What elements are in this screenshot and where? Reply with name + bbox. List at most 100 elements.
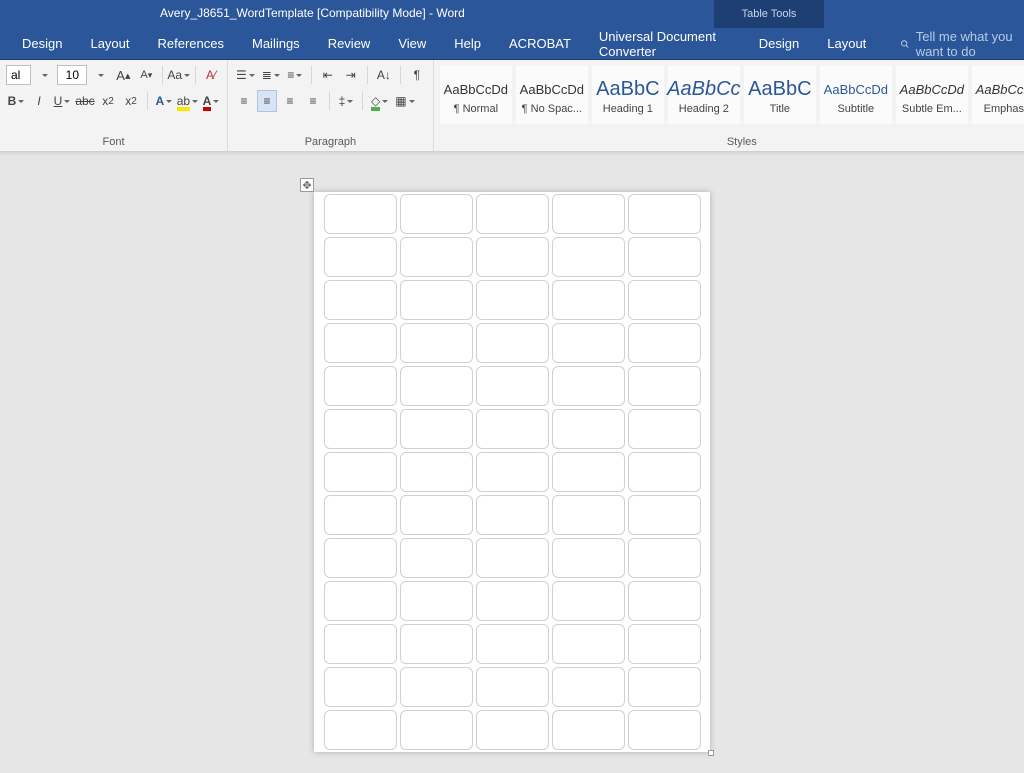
grow-font-button[interactable]: A▴ xyxy=(113,64,133,86)
tab-udc[interactable]: Universal Document Converter xyxy=(585,28,735,59)
label-cell[interactable] xyxy=(324,409,397,449)
style-item-title[interactable]: AaBbCTitle xyxy=(744,66,816,124)
table-resize-handle-icon[interactable] xyxy=(708,750,714,756)
tab-mailings[interactable]: Mailings xyxy=(238,28,314,59)
shading-button[interactable]: ◇ xyxy=(369,90,390,112)
tab-review[interactable]: Review xyxy=(314,28,385,59)
show-hide-marks-button[interactable]: ¶ xyxy=(407,64,427,86)
style-item-emphasis[interactable]: AaBbCcDdEmphasis xyxy=(972,66,1024,124)
label-cell[interactable] xyxy=(628,710,701,750)
label-table[interactable] xyxy=(324,194,701,750)
align-right-button[interactable]: ≡ xyxy=(280,90,300,112)
align-left-button[interactable]: ≡ xyxy=(234,90,254,112)
increase-indent-button[interactable]: ⇥ xyxy=(341,64,361,86)
label-cell[interactable] xyxy=(552,280,625,320)
label-cell[interactable] xyxy=(552,323,625,363)
label-cell[interactable] xyxy=(552,538,625,578)
tab-table-design[interactable]: Design xyxy=(745,28,813,59)
label-cell[interactable] xyxy=(552,495,625,535)
label-cell[interactable] xyxy=(400,366,473,406)
label-cell[interactable] xyxy=(476,581,549,621)
subscript-button[interactable]: x2 xyxy=(98,90,118,112)
font-size-combo[interactable] xyxy=(57,65,87,85)
label-cell[interactable] xyxy=(552,667,625,707)
label-cell[interactable] xyxy=(400,280,473,320)
label-cell[interactable] xyxy=(552,624,625,664)
label-cell[interactable] xyxy=(476,280,549,320)
tab-view[interactable]: View xyxy=(384,28,440,59)
line-spacing-button[interactable]: ‡ xyxy=(336,90,356,112)
style-item-heading-2[interactable]: AaBbCcHeading 2 xyxy=(668,66,740,124)
bold-button[interactable]: B xyxy=(6,90,26,112)
label-cell[interactable] xyxy=(476,323,549,363)
label-cell[interactable] xyxy=(324,624,397,664)
label-cell[interactable] xyxy=(400,452,473,492)
label-cell[interactable] xyxy=(476,409,549,449)
strikethrough-button[interactable]: abc xyxy=(75,90,95,112)
multilevel-button[interactable]: ≡ xyxy=(285,64,305,86)
label-cell[interactable] xyxy=(552,194,625,234)
label-cell[interactable] xyxy=(628,366,701,406)
label-cell[interactable] xyxy=(628,194,701,234)
label-cell[interactable] xyxy=(552,581,625,621)
italic-button[interactable]: I xyxy=(29,90,49,112)
style-item-subtle-em-[interactable]: AaBbCcDdSubtle Em... xyxy=(896,66,968,124)
table-tools-contextual-tab[interactable]: Table Tools xyxy=(714,0,824,28)
label-cell[interactable] xyxy=(400,194,473,234)
label-cell[interactable] xyxy=(628,237,701,277)
label-cell[interactable] xyxy=(476,710,549,750)
label-cell[interactable] xyxy=(400,667,473,707)
tab-design[interactable]: Design xyxy=(8,28,76,59)
font-name-dropdown-icon[interactable] xyxy=(34,64,54,86)
clear-formatting-button[interactable]: A⁄ xyxy=(201,64,221,86)
label-cell[interactable] xyxy=(476,194,549,234)
label-cell[interactable] xyxy=(628,495,701,535)
label-cell[interactable] xyxy=(324,710,397,750)
label-cell[interactable] xyxy=(400,624,473,664)
tell-me-search[interactable]: Tell me what you want to do xyxy=(900,29,1024,59)
label-cell[interactable] xyxy=(324,366,397,406)
label-cell[interactable] xyxy=(552,237,625,277)
label-cell[interactable] xyxy=(324,538,397,578)
label-cell[interactable] xyxy=(628,452,701,492)
label-cell[interactable] xyxy=(628,581,701,621)
justify-button[interactable]: ≡ xyxy=(303,90,323,112)
label-cell[interactable] xyxy=(324,667,397,707)
label-cell[interactable] xyxy=(400,581,473,621)
label-cell[interactable] xyxy=(476,237,549,277)
bullets-button[interactable]: ☰ xyxy=(234,64,257,86)
label-cell[interactable] xyxy=(628,323,701,363)
label-cell[interactable] xyxy=(476,538,549,578)
label-cell[interactable] xyxy=(400,710,473,750)
change-case-button[interactable]: Aa xyxy=(169,64,189,86)
sort-button[interactable]: A↓ xyxy=(374,64,394,86)
label-cell[interactable] xyxy=(476,667,549,707)
tab-table-layout[interactable]: Layout xyxy=(813,28,880,59)
label-cell[interactable] xyxy=(628,667,701,707)
label-cell[interactable] xyxy=(400,538,473,578)
label-cell[interactable] xyxy=(628,409,701,449)
label-cell[interactable] xyxy=(324,452,397,492)
style-item-heading-1[interactable]: AaBbCHeading 1 xyxy=(592,66,664,124)
label-cell[interactable] xyxy=(324,237,397,277)
label-cell[interactable] xyxy=(400,237,473,277)
label-cell[interactable] xyxy=(324,280,397,320)
label-cell[interactable] xyxy=(324,495,397,535)
tab-layout[interactable]: Layout xyxy=(76,28,143,59)
align-center-button[interactable]: ≡ xyxy=(257,90,277,112)
label-cell[interactable] xyxy=(628,538,701,578)
label-cell[interactable] xyxy=(476,452,549,492)
borders-button[interactable]: ▦ xyxy=(393,90,416,112)
tab-help[interactable]: Help xyxy=(440,28,495,59)
label-cell[interactable] xyxy=(476,366,549,406)
underline-button[interactable]: U xyxy=(52,90,72,112)
style-item--normal[interactable]: AaBbCcDd¶ Normal xyxy=(440,66,512,124)
label-cell[interactable] xyxy=(324,581,397,621)
font-color-button[interactable]: A xyxy=(201,90,221,112)
numbering-button[interactable]: ≣ xyxy=(260,64,282,86)
label-cell[interactable] xyxy=(552,409,625,449)
label-cell[interactable] xyxy=(476,495,549,535)
label-cell[interactable] xyxy=(400,495,473,535)
superscript-button[interactable]: x2 xyxy=(121,90,141,112)
document-area[interactable]: ✥ xyxy=(0,152,1024,773)
